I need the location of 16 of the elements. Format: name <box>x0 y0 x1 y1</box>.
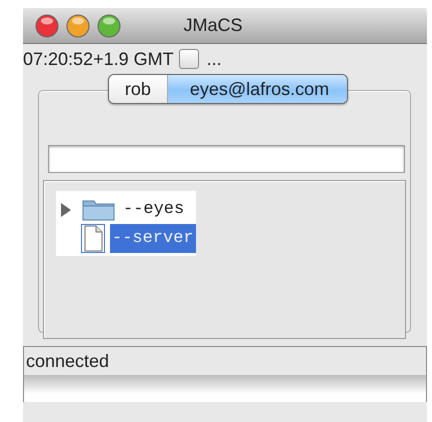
checkbox[interactable] <box>178 49 199 69</box>
disclosure-triangle-icon[interactable] <box>60 202 72 216</box>
minimize-button[interactable] <box>66 14 90 38</box>
window-title: JMaCS <box>183 15 242 35</box>
tree-item[interactable]: --eyes <box>121 195 186 224</box>
more-label[interactable]: ... <box>206 48 222 70</box>
text-field[interactable] <box>48 145 405 173</box>
tree-item[interactable]: --server <box>110 224 196 253</box>
status-text: connected <box>25 350 110 373</box>
time-label: 07:20:52+1.9 GMT <box>23 48 174 70</box>
tab[interactable]: rob <box>108 75 167 103</box>
close-button[interactable] <box>35 14 59 38</box>
zoom-button[interactable] <box>97 14 121 38</box>
tab[interactable]: eyes@lafros.com <box>166 75 348 103</box>
folder-icon <box>82 198 115 221</box>
file-icon <box>82 225 104 252</box>
